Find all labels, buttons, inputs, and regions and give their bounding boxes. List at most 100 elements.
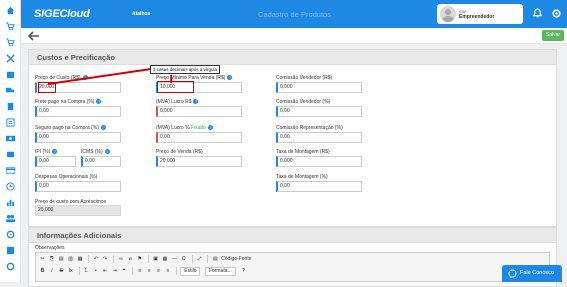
align-left-icon[interactable]: ≡ [136,267,143,276]
align-center-icon[interactable]: ≡ [146,267,153,276]
rich-text-editor[interactable]: ✂ ⎘ ▤ ▥ ▦ ↶ ↷ ∞ ⌀ ⚑ ▣ ▦ ― Ω ⤢ ▤ Código-F… [35,252,550,282]
comissao-rs-input[interactable]: 0,000 [276,82,362,93]
comissao-rep-input[interactable]: 0,00 [276,132,362,143]
help-icon[interactable]: ? [104,149,110,155]
mva-pct-input[interactable]: 0,00 [156,132,242,143]
comissao-pct-input[interactable]: 0,00 [276,106,362,117]
page-title: Cadastro de Produtos [258,10,331,19]
montagem-rs-input[interactable]: 0,000 [276,156,362,167]
custo-acrescimos-input: 20,000 [35,205,121,216]
table-icon[interactable]: ▦ [161,255,168,264]
anchor-icon[interactable]: ⚑ [136,255,143,264]
montagem-pct-input[interactable]: 0,00 [276,181,362,192]
unlink-icon[interactable]: ⌀ [127,255,134,264]
tools-icon[interactable] [6,54,15,63]
paste-word-icon[interactable]: ▦ [77,255,84,264]
mva-rs-label: (MVA) Lucro R$? [156,99,199,105]
back-arrow-icon[interactable] [28,31,40,41]
mva-rs-input[interactable]: 0,000 [156,106,242,117]
bold-icon[interactable]: B [39,267,46,276]
montagem-pct-label: Taxa de Montagem (%) [276,174,328,180]
separator [191,255,193,263]
frete-label: Frete pago na Compra (%)? [35,99,102,105]
blockquote-icon[interactable]: ❝ [121,267,128,276]
copy-icon[interactable]: ⎘ [48,255,55,264]
help-icon[interactable]: ? [227,75,233,81]
chart-icon[interactable] [6,198,15,207]
outdent-icon[interactable]: ⇤ [102,267,109,276]
source-button[interactable]: Código-Fonte [221,255,251,264]
preco-venda-input[interactable]: 20,000 [156,156,242,167]
help-icon[interactable]: ? [96,99,102,105]
montagem-rs-label: Taxa de Montagem (R$) [276,149,330,155]
strike-icon[interactable]: S [58,267,65,276]
invoice-icon[interactable] [6,118,15,127]
help-icon[interactable]: ? [52,149,58,155]
seguro-label: Seguro pago na Compra (%)? [35,125,106,131]
bell-icon[interactable] [532,8,543,19]
shortcuts-link[interactable]: Atalhos [132,11,150,17]
help-icon[interactable]: ? [193,99,199,105]
redo-icon[interactable]: ↷ [102,255,109,264]
bullet-list-icon[interactable]: • [92,267,99,276]
gear-icon[interactable] [551,8,562,19]
wallet-icon[interactable] [6,150,15,159]
help-icon[interactable]: ? [240,267,247,276]
money-icon[interactable] [6,134,15,143]
truck-icon[interactable] [6,86,15,95]
separator [87,255,89,263]
box-icon[interactable] [6,70,15,79]
hline-icon[interactable]: ― [171,255,178,264]
align-right-icon[interactable]: ≡ [155,267,162,276]
despesas-input[interactable]: 0,00 [35,181,121,192]
seguro-input[interactable]: 0,00 [35,132,121,143]
icms-label: ICMS (%)? [81,149,110,155]
paste-text-icon[interactable]: ▥ [67,255,74,264]
document-icon[interactable] [6,102,15,111]
help-icon[interactable]: ? [207,125,213,131]
image-icon[interactable]: ▣ [152,255,159,264]
format-select[interactable]: Formata... [204,267,236,276]
logo[interactable]: SIGECloud [34,8,90,20]
special-char-icon[interactable]: Ω [180,255,187,264]
people-icon[interactable] [6,214,15,223]
ipi-input[interactable]: 0,00 [35,156,76,167]
home-icon[interactable] [6,6,15,15]
justify-icon[interactable]: ≡ [164,267,171,276]
user-menu[interactable]: CW Empreendedor [437,4,523,24]
top-bar: SIGECloud Atalhos Cadastro de Produtos C… [21,0,567,28]
italic-icon[interactable]: I [48,267,55,276]
cart-plus-icon[interactable] [6,38,15,47]
icms-input[interactable]: 0,00 [81,156,121,167]
fixed-indicator: Fixado [190,125,206,131]
paste-icon[interactable]: ▤ [58,255,65,264]
comissao-rep-label: Comissão Representação (%) [276,125,343,131]
save-button[interactable]: Salvar [542,30,564,41]
frete-input[interactable]: 0,00 [35,106,121,117]
costs-section-title: Custos e Precificação [29,50,556,65]
clock-icon[interactable] [6,182,15,191]
numbered-list-icon[interactable]: ⒈ [83,267,90,276]
ipi-label: IPI (%)? [35,149,58,155]
refresh-icon[interactable] [6,262,15,271]
link-icon[interactable]: ∞ [118,255,125,264]
help-icon[interactable]: ? [100,125,106,131]
separator [175,267,177,275]
maximize-icon[interactable]: ⤢ [196,255,203,264]
action-bar: Salvar [21,28,567,44]
indent-icon[interactable]: ⇥ [111,267,118,276]
mva-pct-label: (MVA) Lucro % Fixado? [156,125,213,131]
undo-icon[interactable]: ↶ [92,255,99,264]
chat-button[interactable]: Fale Conosco [502,265,562,282]
settings-icon[interactable] [6,230,15,239]
cart-icon[interactable] [6,22,15,31]
card-icon[interactable] [6,166,15,175]
cut-icon[interactable]: ✂ [39,255,46,264]
avatar [440,6,456,22]
style-select[interactable]: Estilo [180,267,201,276]
puzzle-icon[interactable] [6,246,15,255]
remove-format-icon[interactable]: Ix [67,267,74,276]
annotation-tooltip: 3 casas decimais após a vírgula [150,65,221,74]
source-icon[interactable]: ▤ [212,255,219,264]
comissao-pct-label: Comissão Vendedor (%) [276,99,331,105]
